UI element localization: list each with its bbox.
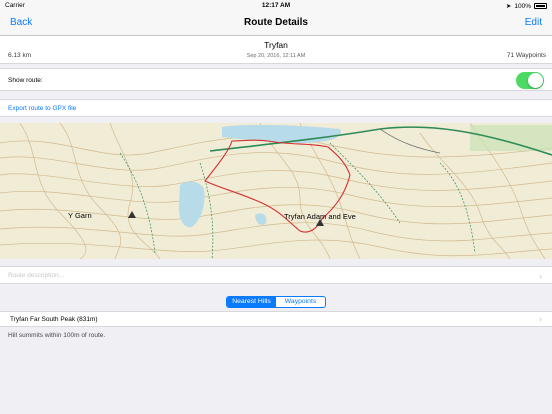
lake-west [178, 181, 205, 228]
location-arrow-icon: ➤ [505, 3, 512, 10]
route-distance: 6.13 km [8, 52, 32, 59]
waypoint-count: 71 Waypoints [506, 52, 546, 59]
list-segment-control: Nearest Hills Waypoints [226, 296, 326, 308]
hill-name: Tryfan Far South Peak (831m) [10, 316, 98, 323]
show-route-label: Show route: [8, 77, 43, 84]
navigation-bar: Back Route Details Edit [0, 12, 552, 36]
tarn [255, 213, 267, 225]
hills-footnote: Hill summits within 100m of route. [8, 332, 106, 339]
battery-icon [534, 3, 547, 9]
segment-nearest-hills[interactable]: Nearest Hills [227, 297, 276, 307]
woodland-area [470, 125, 552, 151]
edit-button[interactable]: Edit [525, 17, 542, 28]
footpaths [119, 142, 476, 259]
status-right: ➤ 100% [506, 2, 547, 10]
status-bar: Carrier 12:17 AM ➤ 100% [0, 0, 552, 12]
map-label-y-garn: Y Garn [68, 211, 92, 220]
segment-waypoints[interactable]: Waypoints [276, 297, 325, 307]
route-description-placeholder: Route description... [8, 272, 65, 279]
description-row[interactable]: Route description... › [0, 266, 552, 284]
chevron-right-icon: › [539, 314, 542, 324]
route-summary: Tryfan Sep 20, 2016, 12:11 AM 6.13 km 71… [0, 36, 552, 64]
battery-percent: 100% [514, 2, 531, 10]
route-name: Tryfan [264, 40, 288, 50]
route-date: Sep 20, 2016, 12:11 AM [246, 53, 306, 59]
show-route-row: Show route: [0, 68, 552, 91]
page-title: Route Details [244, 17, 308, 28]
toggle-knob [528, 73, 543, 88]
clock: 12:17 AM [261, 2, 291, 9]
summit-marker-icon-2 [128, 211, 136, 218]
export-gpx-link[interactable]: Export route to GPX file [8, 105, 76, 112]
map-graphic [0, 123, 552, 259]
side-road [379, 128, 441, 154]
route-map[interactable]: Y Garn Tryfan Adam and Eve [0, 123, 552, 259]
chevron-right-icon: › [539, 271, 542, 281]
map-label-tryfan: Tryfan Adam and Eve [284, 212, 356, 221]
hill-list-item[interactable]: Tryfan Far South Peak (831m) › [0, 311, 552, 327]
show-route-toggle[interactable] [516, 72, 544, 89]
export-row[interactable]: Export route to GPX file [0, 99, 552, 117]
